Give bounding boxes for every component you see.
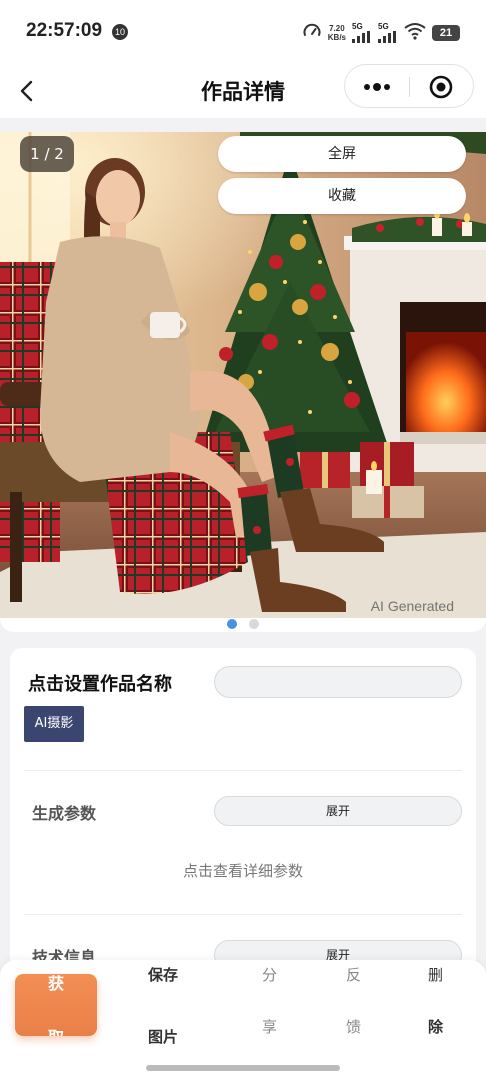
- feedback-label-bottom: 馈: [346, 1018, 362, 1036]
- params-hint[interactable]: 点击查看详细参数: [10, 860, 476, 881]
- feedback-label-top: 反: [346, 966, 362, 984]
- status-bar: 22:57:09 10 7.20 KB/s 5G 5G 21: [0, 0, 486, 64]
- ai-generated-watermark: AI Generated: [370, 598, 454, 614]
- status-time: 22:57:09: [26, 20, 103, 41]
- mini-program-capsule: [344, 64, 474, 108]
- divider: [24, 770, 462, 771]
- status-icons: 7.20 KB/s 5G 5G 21: [302, 21, 460, 45]
- signal-bars-icon: [378, 31, 396, 43]
- close-miniprogram-button[interactable]: [411, 65, 473, 109]
- sim2-signal: 5G: [378, 23, 398, 43]
- carousel-dot[interactable]: [249, 619, 259, 629]
- share-label-top: 分: [262, 966, 278, 984]
- capsule-divider: [409, 77, 410, 97]
- fullscreen-button[interactable]: 全屏: [218, 136, 466, 172]
- image-viewer[interactable]: 1 / 2 全屏 收藏 AI Generated: [0, 132, 486, 618]
- delete-label-top: 删: [428, 966, 444, 984]
- params-expand-button[interactable]: 展开: [214, 796, 462, 826]
- more-button[interactable]: [345, 65, 409, 109]
- ai-photography-tag: AI摄影: [24, 706, 84, 742]
- generation-params-label: 生成参数: [32, 804, 97, 823]
- save-label-bottom: 图片: [148, 1028, 179, 1046]
- get-button-label-top: 获: [47, 974, 64, 993]
- work-name-input[interactable]: [214, 666, 462, 698]
- set-work-name-label[interactable]: 点击设置作品名称: [28, 670, 172, 696]
- wifi-icon: [404, 22, 426, 44]
- battery-indicator: 21: [432, 25, 460, 41]
- speedometer-icon: [302, 21, 322, 45]
- bottom-action-bar: 获 取 保存 图片 分 享 反 馈 删 除: [0, 960, 486, 1080]
- carousel-dots: [0, 618, 486, 632]
- get-button[interactable]: 获 取: [15, 974, 97, 1036]
- work-details-card: 点击设置作品名称 AI摄影 生成参数 展开 点击查看详细参数 技术信息 展开: [10, 648, 476, 988]
- share-label-bottom: 享: [262, 1018, 278, 1036]
- sim1-signal: 5G: [352, 23, 372, 43]
- target-close-icon: [429, 75, 453, 99]
- home-indicator[interactable]: [146, 1065, 340, 1071]
- notification-badge: 10: [112, 24, 128, 40]
- delete-label-bottom: 除: [428, 1018, 444, 1036]
- page-indicator: 1 / 2: [20, 136, 74, 172]
- carousel-dot-active[interactable]: [227, 619, 237, 629]
- navigation-bar: 作品详情: [0, 64, 486, 118]
- favorite-button[interactable]: 收藏: [218, 178, 466, 214]
- save-label-top: 保存: [148, 966, 179, 984]
- net-speed: 7.20 KB/s: [327, 24, 346, 42]
- get-button-label-bottom: 取: [15, 1024, 97, 1036]
- divider: [24, 914, 462, 915]
- signal-bars-icon: [352, 31, 370, 43]
- more-dots-icon: [364, 83, 390, 91]
